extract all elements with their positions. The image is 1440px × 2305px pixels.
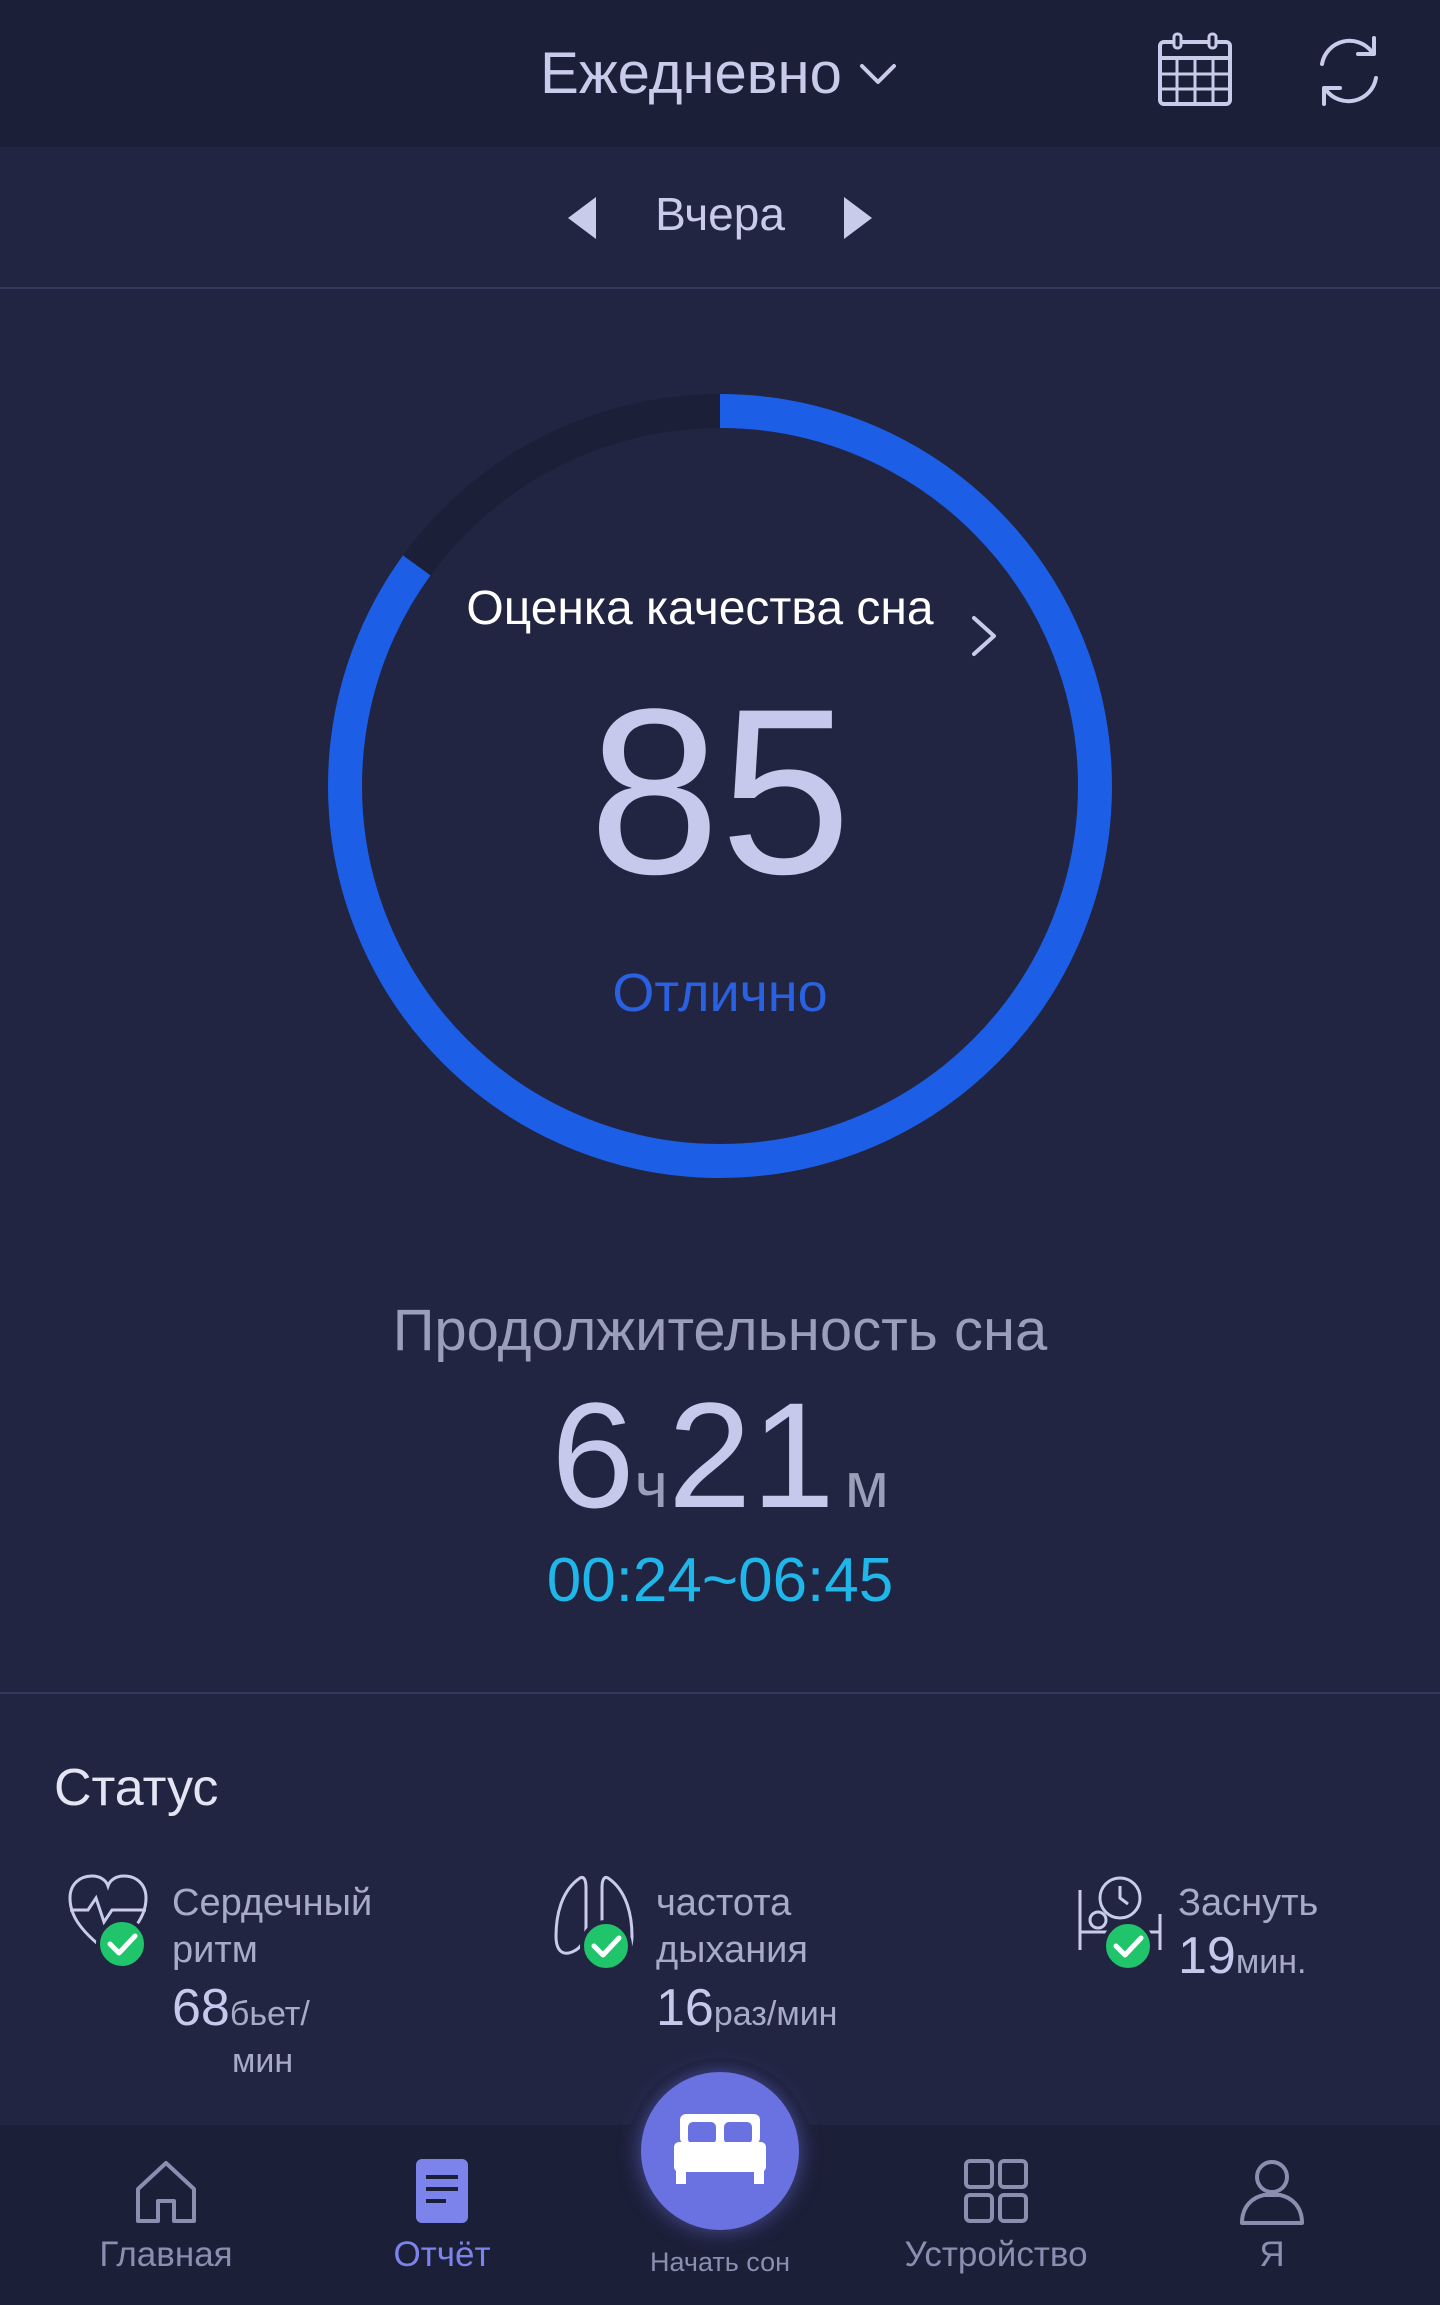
score-title: Оценка качества сна — [466, 582, 934, 635]
sleep-onset-check-icon — [1078, 1876, 1162, 1972]
heart-rate-label-line2: ритм — [172, 1929, 258, 1971]
day-label: Вчера — [655, 188, 785, 240]
nav-profile-label: Я — [1259, 2235, 1285, 2274]
score-value: 85 — [588, 660, 852, 924]
heart-check-icon — [68, 1874, 148, 1970]
sleep-onset-value: 19 — [1178, 1927, 1236, 1985]
duration-label: Продолжительность сна — [392, 1298, 1048, 1363]
chevron-right-icon[interactable] — [966, 612, 1002, 660]
duration-minutes-unit: м — [844, 1449, 889, 1521]
home-icon — [136, 2161, 196, 2223]
heart-rate-label-line1: Сердечный — [172, 1882, 373, 1924]
start-sleep-button[interactable] — [641, 2072, 799, 2230]
next-arrow-icon[interactable] — [838, 193, 878, 243]
nav-profile[interactable]: Я — [1152, 2125, 1392, 2305]
heart-rate-value: 68 — [172, 1979, 230, 2037]
calendar-icon[interactable] — [1154, 30, 1236, 112]
duration-minutes: 21 — [667, 1371, 835, 1539]
respiration-unit: раз/мин — [713, 1995, 838, 2033]
respiration-label-line1: частота — [656, 1882, 792, 1924]
sleep-time-range: 00:24~06:45 — [546, 1546, 894, 1615]
device-grid-icon — [964, 2159, 1028, 2223]
duration-hours: 6 — [551, 1371, 635, 1539]
nav-report-label: Отчёт — [393, 2235, 491, 2274]
nav-report[interactable]: Отчёт — [322, 2125, 562, 2305]
bed-icon — [674, 2114, 766, 2184]
score-grade: Отлично — [612, 963, 828, 1023]
day-navigation: Вчера — [0, 147, 1440, 289]
nav-home[interactable]: Главная — [46, 2125, 286, 2305]
period-title[interactable]: Ежедневно — [540, 40, 842, 107]
lungs-check-icon — [554, 1876, 634, 1972]
nav-device-label: Устройство — [904, 2235, 1088, 2274]
nav-home-label: Главная — [99, 2235, 233, 2274]
status-title: Статус — [54, 1759, 219, 1817]
refresh-icon[interactable] — [1308, 30, 1390, 112]
profile-icon — [1240, 2160, 1304, 2225]
duration-hours-unit: ч — [634, 1449, 668, 1521]
report-icon — [416, 2159, 468, 2223]
sleep-onset-unit: мин. — [1235, 1943, 1307, 1981]
respiration-value: 16 — [656, 1979, 714, 2037]
respiration-label-line2: дыхания — [656, 1929, 808, 1971]
divider — [0, 1692, 1440, 1694]
sleep-onset-label: Заснуть — [1178, 1882, 1319, 1924]
chevron-down-icon[interactable] — [856, 52, 900, 96]
nav-device[interactable]: Устройство — [876, 2125, 1116, 2305]
heart-rate-unit-line2: мин — [232, 2042, 294, 2080]
heart-rate-unit-line1: бьет/ — [229, 1995, 310, 2033]
start-sleep-label[interactable]: Начать сон — [600, 2247, 840, 2278]
